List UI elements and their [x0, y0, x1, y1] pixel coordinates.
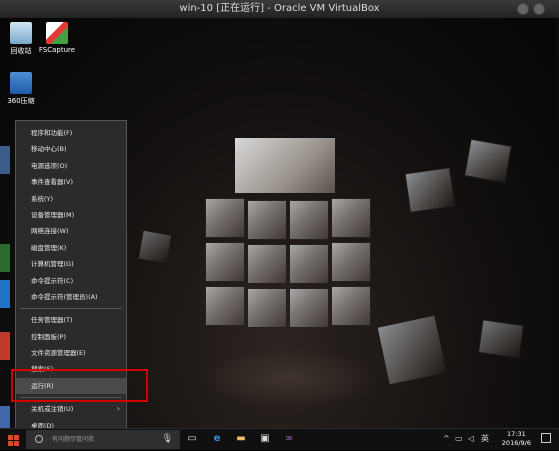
action-center-icon[interactable]: [541, 433, 551, 443]
menu-item-command-prompt[interactable]: 命令提示符(C): [16, 273, 126, 289]
clock-time: 17:31: [507, 430, 526, 438]
window-titlebar: win-10 [正在运行] - Oracle VM VirtualBox: [0, 0, 559, 19]
minimize-icon[interactable]: [517, 3, 529, 15]
partial-desktop-icon[interactable]: [0, 332, 10, 360]
search-placeholder: 有问题尽管问我: [52, 436, 95, 443]
windows-logo-icon: [7, 434, 19, 446]
menu-item-command-prompt-admin[interactable]: 命令提示符(管理员)(A): [16, 289, 126, 305]
taskbar-clock[interactable]: 17:31 2016/9/6: [502, 430, 531, 448]
start-button[interactable]: [0, 429, 26, 451]
menu-item-programs-features[interactable]: 程序和功能(F): [16, 125, 126, 141]
recycle-bin-icon: [10, 22, 32, 44]
menu-item-event-viewer[interactable]: 事件查看器(V): [16, 174, 126, 190]
cube-tile: [205, 198, 245, 238]
visual-studio-icon[interactable]: ∞: [283, 433, 295, 445]
partial-desktop-icon[interactable]: [0, 146, 10, 174]
cube-tile: [331, 242, 371, 282]
cube-tile: [247, 200, 287, 240]
close-icon[interactable]: [533, 3, 545, 15]
input-method-indicator[interactable]: 英: [481, 433, 489, 445]
desktop-icon-label: FSCapture: [38, 46, 76, 54]
cube-tile: [205, 242, 245, 282]
desktop-icon-fscapture[interactable]: FSCapture: [34, 22, 80, 54]
task-view-icon[interactable]: ▭: [186, 433, 198, 445]
cube-tile: [289, 244, 329, 284]
menu-item-system[interactable]: 系统(Y): [16, 191, 126, 207]
cortana-icon: [35, 435, 43, 443]
menu-item-computer-management[interactable]: 计算机管理(G): [16, 256, 126, 272]
cube-tile: [247, 244, 287, 284]
clock-date: 2016/9/6: [501, 439, 531, 447]
cube-tile: [247, 288, 287, 328]
menu-item-device-manager[interactable]: 设备管理器(M): [16, 207, 126, 223]
partial-desktop-icon[interactable]: [0, 406, 10, 428]
cube-reflection: [200, 348, 380, 408]
desktop-icon-label: 360压缩: [7, 97, 35, 105]
small-cube: [464, 138, 512, 184]
file-explorer-icon[interactable]: ▬: [235, 433, 247, 445]
archive-icon: [10, 72, 32, 94]
menu-item-power-options[interactable]: 电源选项(O): [16, 158, 126, 174]
edge-icon[interactable]: e: [211, 433, 223, 445]
cube-tile: [331, 286, 371, 326]
small-cube: [404, 166, 456, 214]
small-cube: [477, 319, 525, 359]
cube-tile: [331, 198, 371, 238]
small-cube: [137, 229, 173, 265]
chevron-right-icon: ›: [116, 404, 120, 414]
cortana-search-box[interactable]: 有问题尽管问我 🎙: [26, 430, 180, 449]
menu-item-file-explorer[interactable]: 文件资源管理器(E): [16, 345, 126, 361]
menu-item-network-connections[interactable]: 网络连接(W): [16, 223, 126, 239]
microphone-icon[interactable]: 🎙: [162, 430, 173, 449]
cube-tile: [289, 288, 329, 328]
partial-desktop-icon[interactable]: [0, 244, 10, 272]
menu-item-mobility-center[interactable]: 移动中心(B): [16, 141, 126, 157]
menu-item-control-panel[interactable]: 控制面板(P): [16, 329, 126, 345]
network-icon[interactable]: ▭: [455, 433, 463, 445]
menu-item-disk-management[interactable]: 磁盘管理(K): [16, 240, 126, 256]
menu-item-task-manager[interactable]: 任务管理器(T): [16, 312, 126, 328]
window-title: win-10 [正在运行] - Oracle VM VirtualBox: [179, 3, 380, 14]
run-highlight-box: [11, 369, 148, 402]
wallpaper-cube: [195, 138, 375, 353]
menu-item-shutdown-signout[interactable]: 关机或注销(U) ›: [16, 401, 126, 417]
cube-tile: [205, 286, 245, 326]
cube-top-face: [235, 138, 335, 193]
cube-tile: [289, 200, 329, 240]
store-icon[interactable]: ▣: [259, 433, 271, 445]
volume-icon[interactable]: ◁: [468, 433, 474, 445]
taskbar: 有问题尽管问我 🎙 ▭ e ▬ ▣ ∞ ^ ▭ ◁ 英 17:31 2016/9…: [0, 428, 559, 450]
menu-separator: [20, 308, 122, 310]
partial-desktop-icon[interactable]: [0, 280, 10, 308]
desktop-icon-label: 回收站: [10, 47, 32, 55]
small-cube: [376, 314, 448, 386]
desktop-icon-360zip[interactable]: 360压缩: [0, 72, 44, 106]
fscapture-icon: [46, 22, 68, 44]
tray-chevron-up-icon[interactable]: ^: [443, 433, 450, 445]
